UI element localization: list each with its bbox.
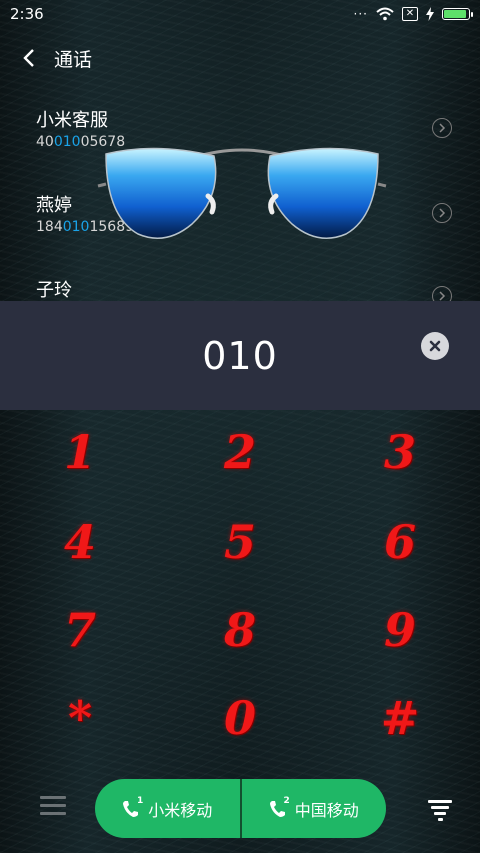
page-title: 通话 bbox=[54, 48, 93, 71]
menu-icon bbox=[40, 796, 66, 815]
dialpad-icon bbox=[428, 800, 452, 821]
contact-detail-button[interactable] bbox=[432, 203, 452, 223]
clear-button[interactable] bbox=[421, 332, 449, 360]
call-buttons: 1 小米移动 2 中国移动 bbox=[95, 779, 386, 838]
key-2[interactable]: 2 bbox=[190, 412, 290, 492]
back-button[interactable] bbox=[4, 40, 54, 76]
key-1[interactable]: 1 bbox=[30, 412, 130, 492]
dial-input-bar: 010 bbox=[0, 301, 480, 410]
sim-none-icon: ✕ bbox=[402, 7, 418, 21]
sim2-number: 2 bbox=[283, 795, 290, 806]
key-5[interactable]: 5 bbox=[190, 502, 290, 582]
menu-button[interactable] bbox=[40, 796, 66, 822]
phone-icon: 2 bbox=[269, 796, 290, 818]
call-sim1-label: 小米移动 bbox=[148, 800, 213, 820]
key-9[interactable]: 9 bbox=[350, 590, 450, 670]
key-hash[interactable]: # bbox=[350, 678, 450, 758]
sunglasses-decoration bbox=[97, 147, 387, 239]
dialed-number: 010 bbox=[202, 333, 278, 378]
key-3[interactable]: 3 bbox=[350, 412, 450, 492]
contact-name: 小米客服 bbox=[36, 110, 108, 131]
status-icons: ··· ✕ bbox=[353, 7, 473, 21]
clear-icon bbox=[429, 340, 441, 352]
chevron-right-icon bbox=[439, 208, 446, 218]
key-4[interactable]: 4 bbox=[30, 502, 130, 582]
phone-icon: 1 bbox=[122, 796, 143, 818]
chevron-right-icon bbox=[439, 123, 446, 133]
chevron-right-icon bbox=[439, 291, 446, 301]
back-arrow-icon bbox=[23, 49, 34, 67]
wifi-icon bbox=[376, 7, 394, 21]
call-sim2-button[interactable]: 2 中国移动 bbox=[242, 779, 387, 838]
bottom-bar: 1 小米移动 2 中国移动 bbox=[0, 778, 480, 840]
hide-dialpad-button[interactable] bbox=[428, 800, 452, 822]
signal-dots-icon: ··· bbox=[353, 7, 368, 21]
key-6[interactable]: 6 bbox=[350, 502, 450, 582]
key-7[interactable]: 7 bbox=[30, 590, 130, 670]
key-8[interactable]: 8 bbox=[190, 590, 290, 670]
contact-name: 子玲 bbox=[36, 280, 72, 301]
keypad: 1 2 3 4 5 6 7 8 9 * 0 # bbox=[0, 410, 480, 765]
title-bar: 通话 bbox=[0, 40, 92, 76]
status-time: 2:36 bbox=[10, 5, 44, 23]
call-sim1-button[interactable]: 1 小米移动 bbox=[95, 779, 240, 838]
key-0[interactable]: 0 bbox=[190, 678, 290, 758]
sim1-number: 1 bbox=[136, 795, 144, 806]
contact-detail-button[interactable] bbox=[432, 118, 452, 138]
battery-icon bbox=[442, 8, 473, 20]
key-star[interactable]: * bbox=[30, 678, 130, 758]
charging-icon bbox=[426, 7, 434, 21]
call-sim2-label: 中国移动 bbox=[294, 800, 359, 820]
status-bar: 2:36 ··· ✕ bbox=[0, 0, 480, 28]
